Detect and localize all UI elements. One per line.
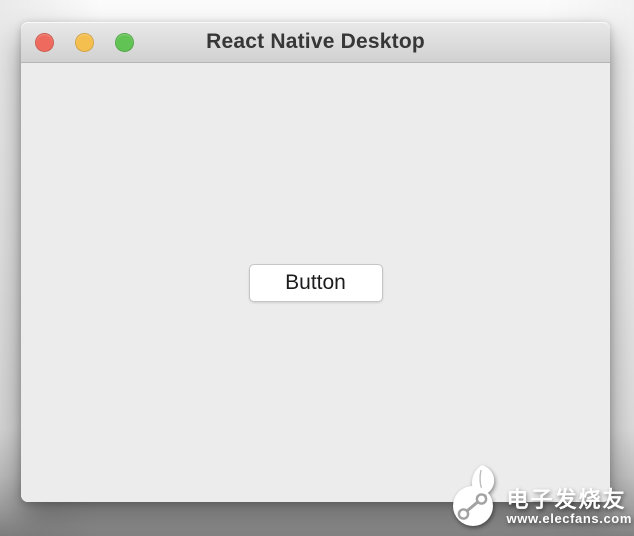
- app-window: React Native Desktop Button: [21, 22, 610, 502]
- minimize-button[interactable]: [75, 32, 94, 52]
- desktop-background: React Native Desktop Button 电子发烧友 www.el…: [0, 0, 634, 536]
- traffic-light-buttons: [35, 22, 134, 62]
- window-content: Button: [21, 64, 610, 502]
- zoom-button[interactable]: [115, 32, 134, 52]
- window-title: React Native Desktop: [206, 30, 425, 53]
- close-button[interactable]: [35, 32, 54, 52]
- window-titlebar[interactable]: React Native Desktop: [21, 22, 610, 63]
- button[interactable]: Button: [248, 264, 383, 302]
- watermark-url: www.elecfans.com: [506, 510, 632, 526]
